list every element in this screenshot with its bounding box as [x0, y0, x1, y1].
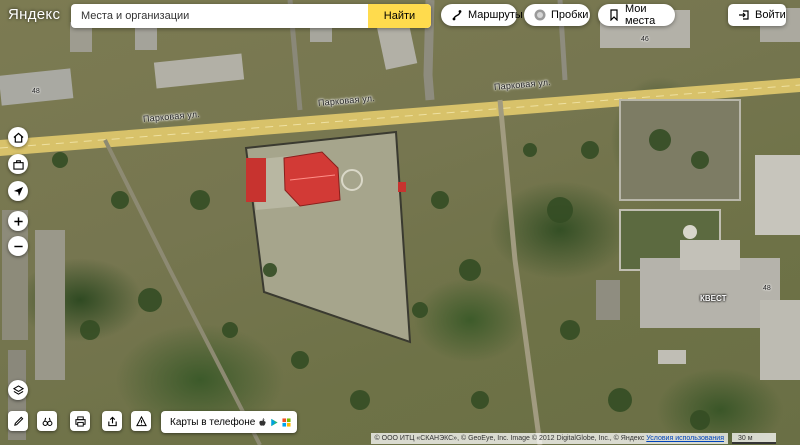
route-icon [451, 9, 463, 21]
yandex-logo[interactable]: Яндекс [8, 6, 60, 23]
copyright: © ООО ИТЦ «СКАНЭКС», © GeoEye, Inc. Imag… [370, 433, 728, 444]
plus-icon [13, 216, 23, 226]
search-button[interactable]: Найти [368, 4, 431, 28]
copyright-text: © ООО ИТЦ «СКАНЭКС», © GeoEye, Inc. Imag… [374, 435, 645, 442]
zoom-in-button[interactable] [8, 211, 28, 231]
organizations-button[interactable] [8, 154, 28, 174]
routes-button[interactable]: Маршруты [441, 4, 523, 26]
map-imagery [0, 0, 800, 445]
house-number: 46 [641, 36, 649, 43]
search-bar: Найти [71, 4, 431, 28]
locate-button[interactable] [8, 181, 28, 201]
login-icon [738, 9, 750, 21]
share-icon [107, 416, 117, 426]
report-error-button[interactable] [131, 411, 151, 431]
login-label: Войти [755, 9, 786, 21]
terms-link[interactable]: Условия использования [646, 435, 724, 442]
login-button[interactable]: Войти [728, 4, 786, 26]
traffic-icon [534, 9, 546, 21]
location-arrow-icon [13, 186, 23, 196]
my-places-button[interactable]: Мои места [598, 3, 675, 27]
bookmark-icon [608, 9, 620, 21]
zoom-out-button[interactable] [8, 236, 28, 256]
ruler-button[interactable] [8, 411, 28, 431]
mobile-app-label: Карты в телефоне [170, 416, 256, 428]
house-number: 48 [763, 285, 771, 292]
traffic-label: Пробки [551, 9, 589, 21]
binoculars-icon [42, 417, 52, 426]
house-number: 48 [32, 88, 40, 95]
satellite-map[interactable]: Парковая ул. Парковая ул. Парковая ул. 4… [0, 0, 800, 445]
scale-bar: 30 м [732, 433, 776, 444]
warning-icon [135, 415, 147, 426]
printer-icon [74, 415, 86, 427]
search-input[interactable] [71, 4, 368, 28]
apple-icon [258, 417, 267, 427]
share-button[interactable] [102, 411, 122, 431]
google-play-icon [270, 418, 279, 427]
briefcase-icon [12, 159, 24, 170]
layers-button[interactable] [8, 380, 28, 400]
print-button[interactable] [70, 411, 90, 431]
mobile-app-button[interactable]: Карты в телефоне [161, 411, 298, 433]
routes-label: Маршруты [468, 9, 523, 21]
scale-label: 30 м [738, 435, 753, 442]
layers-icon [12, 384, 24, 395]
home-button[interactable] [8, 127, 28, 147]
my-places-label: Мои места [625, 3, 656, 27]
minus-icon [13, 245, 23, 247]
home-icon [13, 132, 23, 143]
panorama-button[interactable] [37, 411, 57, 431]
pencil-icon [13, 416, 23, 426]
building-label: КВЕСТ [700, 294, 727, 303]
windows-icon [282, 417, 291, 427]
traffic-button[interactable]: Пробки [524, 4, 590, 26]
